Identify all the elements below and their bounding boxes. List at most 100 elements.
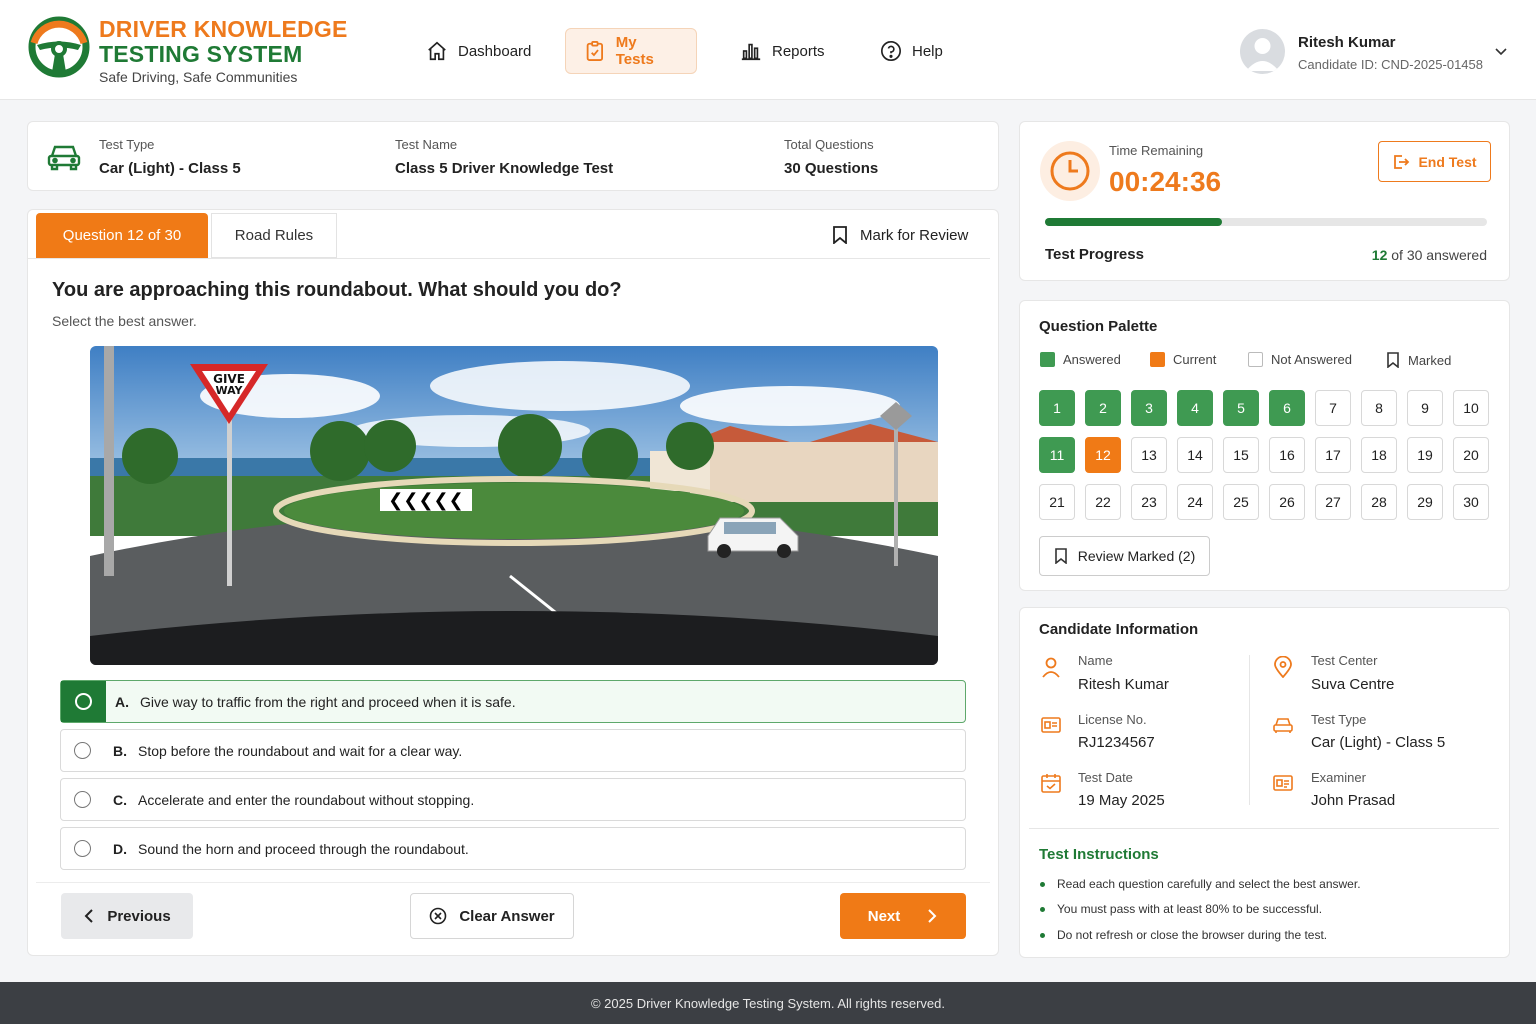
bar-chart-icon <box>741 43 761 61</box>
palette-question-12[interactable]: 12 <box>1085 437 1121 473</box>
not-answered-swatch <box>1248 352 1263 367</box>
badge-icon <box>1273 775 1293 791</box>
option-text: Accelerate and enter the roundabout with… <box>138 791 475 808</box>
field-label: License No. <box>1078 712 1147 727</box>
total-questions-label: Total Questions <box>784 137 874 152</box>
field-label: Test Date <box>1078 770 1133 785</box>
answer-option-a[interactable]: A. Give way to traffic from the right an… <box>60 680 966 723</box>
palette-question-24[interactable]: 24 <box>1177 484 1213 520</box>
palette-question-7[interactable]: 7 <box>1315 390 1351 426</box>
nav-label: Reports <box>772 42 825 60</box>
legend-answered: Answered <box>1040 352 1121 367</box>
nav-reports[interactable]: Reports <box>740 28 825 74</box>
answered-suffix: of 30 answered <box>1391 247 1487 263</box>
palette-question-9[interactable]: 9 <box>1407 390 1443 426</box>
review-marked-label: Review Marked (2) <box>1077 548 1196 564</box>
field-value: Ritesh Kumar <box>1078 676 1169 693</box>
tab-divider <box>28 258 990 259</box>
exit-icon <box>1394 154 1410 169</box>
field-label: Test Center <box>1311 653 1378 668</box>
answered-number: 12 <box>1371 247 1388 263</box>
next-button[interactable]: Next <box>840 893 966 939</box>
palette-question-3[interactable]: 3 <box>1131 390 1167 426</box>
palette-question-8[interactable]: 8 <box>1361 390 1397 426</box>
legend-label: Marked <box>1408 352 1452 368</box>
question-instruction: Select the best answer. <box>52 313 197 329</box>
palette-question-17[interactable]: 17 <box>1315 437 1351 473</box>
palette-question-25[interactable]: 25 <box>1223 484 1259 520</box>
palette-question-13[interactable]: 13 <box>1131 437 1167 473</box>
radio-button[interactable] <box>61 828 104 869</box>
palette-question-1[interactable]: 1 <box>1039 390 1075 426</box>
test-progress-label: Test Progress <box>1045 246 1144 263</box>
palette-question-21[interactable]: 21 <box>1039 484 1075 520</box>
brand-title-line2: TESTING SYSTEM <box>99 41 303 67</box>
palette-question-28[interactable]: 28 <box>1361 484 1397 520</box>
test-summary-card: Test Type Car (Light) - Class 5 Test Nam… <box>27 121 999 191</box>
palette-question-11[interactable]: 11 <box>1039 437 1075 473</box>
avatar[interactable] <box>1240 29 1285 74</box>
palette-question-15[interactable]: 15 <box>1223 437 1259 473</box>
radio-button[interactable] <box>61 730 104 771</box>
calendar-icon <box>1041 774 1061 793</box>
tab-category[interactable]: Road Rules <box>211 213 337 258</box>
brand-title-line1: DRIVER KNOWLEDGE <box>99 16 348 42</box>
legend-label: Not Answered <box>1271 352 1352 367</box>
previous-button[interactable]: Previous <box>61 893 193 939</box>
test-type-label: Test Type <box>99 137 155 152</box>
palette-question-18[interactable]: 18 <box>1361 437 1397 473</box>
palette-question-23[interactable]: 23 <box>1131 484 1167 520</box>
answered-swatch <box>1040 352 1055 367</box>
palette-question-29[interactable]: 29 <box>1407 484 1443 520</box>
instruction-item: You must pass with at least 80% to be su… <box>1040 902 1322 916</box>
palette-question-19[interactable]: 19 <box>1407 437 1443 473</box>
nav-help[interactable]: Help <box>880 28 943 74</box>
clock-icon <box>1050 151 1090 191</box>
field-label: Examiner <box>1311 770 1366 785</box>
radio-button[interactable] <box>61 779 104 820</box>
palette-question-26[interactable]: 26 <box>1269 484 1305 520</box>
nav-dashboard[interactable]: Dashboard <box>426 28 531 74</box>
home-icon <box>428 41 446 61</box>
user-name: Ritesh Kumar <box>1298 34 1396 51</box>
option-text: Sound the horn and proceed through the r… <box>138 840 469 857</box>
answer-option-b[interactable]: B. Stop before the roundabout and wait f… <box>60 729 966 772</box>
end-test-label: End Test <box>1418 153 1477 170</box>
chevron-left-icon <box>84 909 94 923</box>
palette-question-10[interactable]: 10 <box>1453 390 1489 426</box>
instructions-title: Test Instructions <box>1039 846 1159 863</box>
bookmark-icon <box>833 226 847 244</box>
palette-question-2[interactable]: 2 <box>1085 390 1121 426</box>
test-type-value: Car (Light) - Class 5 <box>99 160 241 177</box>
clear-answer-button[interactable]: Clear Answer <box>410 893 574 939</box>
palette-question-6[interactable]: 6 <box>1269 390 1305 426</box>
field-value: 19 May 2025 <box>1078 792 1165 809</box>
answer-option-d[interactable]: D. Sound the horn and proceed through th… <box>60 827 966 870</box>
candidate-info-title: Candidate Information <box>1039 621 1199 638</box>
palette-question-30[interactable]: 30 <box>1453 484 1489 520</box>
palette-question-20[interactable]: 20 <box>1453 437 1489 473</box>
palette-question-5[interactable]: 5 <box>1223 390 1259 426</box>
nav-my-tests[interactable]: My Tests <box>565 28 697 74</box>
bookmark-icon <box>1387 352 1399 368</box>
legend-marked: Marked <box>1386 352 1451 368</box>
palette-question-4[interactable]: 4 <box>1177 390 1213 426</box>
steering-wheel-logo-icon <box>28 16 90 78</box>
svg-text:❮❮❮❮❮: ❮❮❮❮❮ <box>388 490 463 511</box>
palette-question-16[interactable]: 16 <box>1269 437 1305 473</box>
palette-question-14[interactable]: 14 <box>1177 437 1213 473</box>
nav-label: My Tests <box>615 34 654 68</box>
option-letter: B. <box>113 742 127 759</box>
roundabout-scene-image: ❮❮❮❮❮ GIVE WAY <box>90 346 938 665</box>
timer-icon-wrap <box>1040 141 1100 201</box>
mark-for-review-button[interactable]: Mark for Review <box>832 226 968 244</box>
end-test-button[interactable]: End Test <box>1378 141 1491 182</box>
answer-option-c[interactable]: C. Accelerate and enter the roundabout w… <box>60 778 966 821</box>
palette-question-27[interactable]: 27 <box>1315 484 1351 520</box>
radio-button[interactable] <box>61 681 106 722</box>
tab-question-number[interactable]: Question 12 of 30 <box>36 213 208 258</box>
nav-label: Help <box>912 42 943 60</box>
chevron-down-icon[interactable] <box>1494 44 1508 58</box>
palette-question-22[interactable]: 22 <box>1085 484 1121 520</box>
review-marked-button[interactable]: Review Marked (2) <box>1039 536 1210 576</box>
